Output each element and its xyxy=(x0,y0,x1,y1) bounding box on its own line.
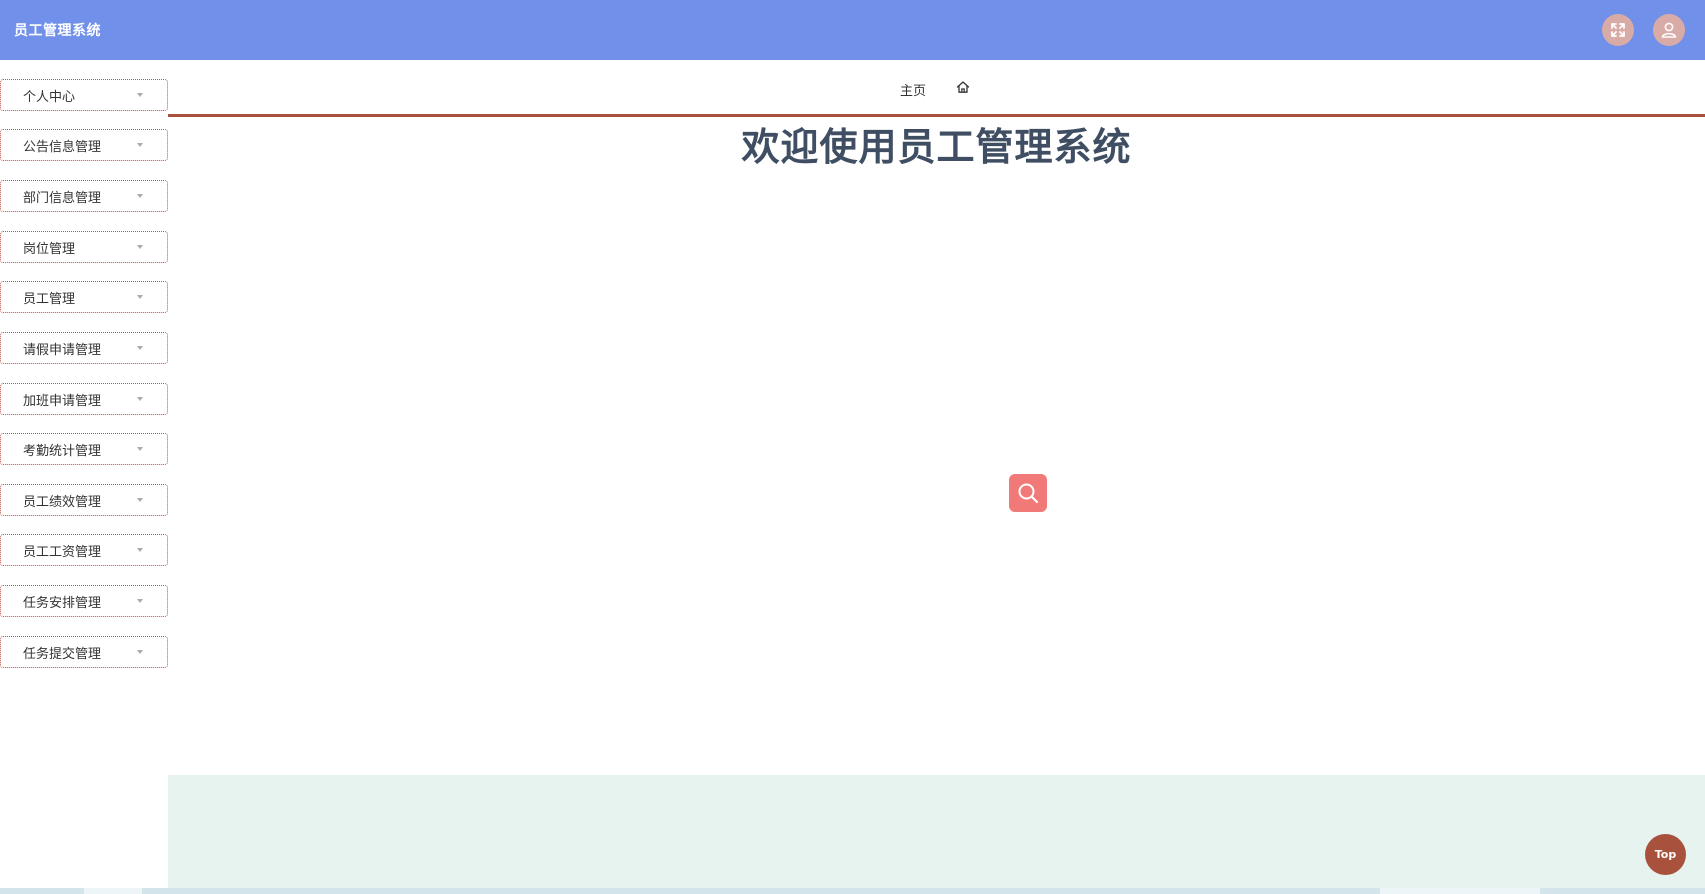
search-button[interactable] xyxy=(1009,474,1047,512)
sidebar-item-label: 任务安排管理 xyxy=(23,595,102,611)
sidebar-item-announcements[interactable]: 公告信息管理 xyxy=(0,129,168,161)
fullscreen-icon xyxy=(1611,23,1625,37)
user-icon xyxy=(1661,22,1677,38)
sidebar-item-label: 请假申请管理 xyxy=(23,342,102,358)
chevron-down-icon xyxy=(137,93,143,97)
sidebar-item-label: 员工绩效管理 xyxy=(23,494,102,510)
chevron-down-icon xyxy=(137,245,143,249)
chevron-down-icon xyxy=(137,599,143,603)
sidebar-item-attendance[interactable]: 考勤统计管理 xyxy=(0,433,168,465)
app-title: 员工管理系统 xyxy=(14,23,101,39)
user-menu-button[interactable] xyxy=(1653,14,1685,46)
strip-segment xyxy=(1380,888,1540,894)
chevron-down-icon xyxy=(137,447,143,451)
sidebar-item-label: 考勤统计管理 xyxy=(23,443,102,459)
sidebar-item-task-assignment[interactable]: 任务安排管理 xyxy=(0,585,168,617)
sidebar-item-departments[interactable]: 部门信息管理 xyxy=(0,180,168,212)
sidebar-item-label: 加班申请管理 xyxy=(23,393,102,409)
chevron-down-icon xyxy=(137,397,143,401)
chevron-down-icon xyxy=(137,650,143,654)
footer-area xyxy=(168,775,1705,888)
back-to-top-button[interactable]: Top xyxy=(1645,834,1686,875)
sidebar-item-task-submission[interactable]: 任务提交管理 xyxy=(0,636,168,668)
sidebar-item-leave-requests[interactable]: 请假申请管理 xyxy=(0,332,168,364)
home-icon[interactable] xyxy=(956,79,970,98)
chevron-down-icon xyxy=(137,548,143,552)
chevron-down-icon xyxy=(137,295,143,299)
sidebar-item-label: 部门信息管理 xyxy=(23,190,102,206)
sidebar-item-positions[interactable]: 岗位管理 xyxy=(0,231,168,263)
breadcrumb: 主页 xyxy=(168,60,1705,117)
sidebar-item-label: 公告信息管理 xyxy=(23,139,102,155)
page-title: 欢迎使用员工管理系统 xyxy=(741,125,1132,169)
top-header: 员工管理系统 xyxy=(0,0,1705,60)
sidebar-item-label: 岗位管理 xyxy=(23,241,76,257)
chevron-down-icon xyxy=(137,346,143,350)
sidebar-item-label: 任务提交管理 xyxy=(23,646,102,662)
search-icon xyxy=(1018,483,1039,504)
sidebar-item-personal-center[interactable]: 个人中心 xyxy=(0,79,168,111)
sidebar: 个人中心 公告信息管理 部门信息管理 岗位管理 员工管理 请假申请管理 加班申请… xyxy=(0,60,168,894)
sidebar-item-label: 员工管理 xyxy=(23,291,76,307)
strip-segment xyxy=(84,888,142,894)
breadcrumb-home-link[interactable]: 主页 xyxy=(900,80,926,99)
sidebar-item-overtime-requests[interactable]: 加班申请管理 xyxy=(0,383,168,415)
sidebar-item-employees[interactable]: 员工管理 xyxy=(0,281,168,313)
fullscreen-button[interactable] xyxy=(1602,14,1634,46)
sidebar-item-performance[interactable]: 员工绩效管理 xyxy=(0,484,168,516)
chevron-down-icon xyxy=(137,143,143,147)
sidebar-item-label: 员工工资管理 xyxy=(23,544,102,560)
chevron-down-icon xyxy=(137,498,143,502)
chevron-down-icon xyxy=(137,194,143,198)
sidebar-item-salary[interactable]: 员工工资管理 xyxy=(0,534,168,566)
bottom-decoration-strip xyxy=(0,888,1705,894)
sidebar-item-label: 个人中心 xyxy=(23,89,76,105)
